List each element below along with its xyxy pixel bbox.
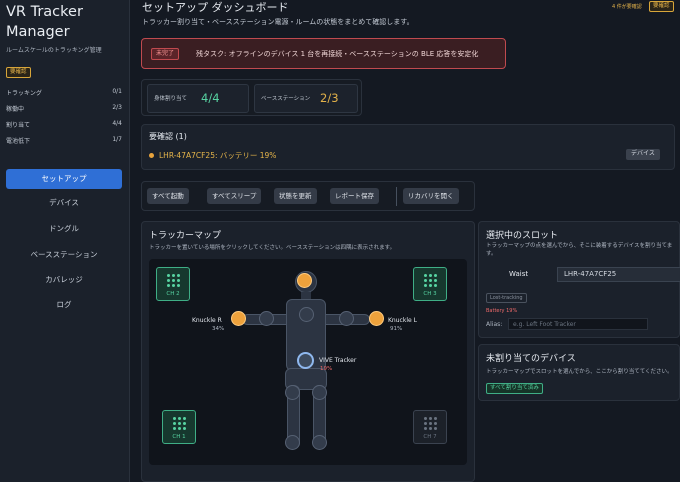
knuckle-l-slot[interactable]: [369, 311, 384, 326]
base-station-ch7[interactable]: CH 7: [413, 410, 447, 444]
stat-card-value: 2/3: [320, 91, 339, 105]
base-station-icon: [424, 274, 437, 287]
page-title: セットアップ ダッシュボード: [142, 1, 289, 14]
base-station-label: CH 2: [166, 291, 180, 297]
stat-card-label: ベースステーション: [261, 96, 311, 102]
alert-text: 残タスク: オフラインのデバイス 1 台を再接続・ベースステーションの BLE …: [196, 50, 479, 58]
base-station-icon: [167, 274, 180, 287]
base-station-label: CH 3: [423, 291, 437, 297]
stat-card-label: 身体割り当て: [154, 96, 188, 102]
status-badge: 要確認: [6, 67, 31, 78]
unassigned-description: トラッカーマップでスロットを選んでから、ここから割り当ててください。: [486, 369, 673, 375]
device-select[interactable]: LHR-47A7CF25: [557, 267, 680, 282]
nav-devices[interactable]: デバイス: [6, 193, 122, 213]
selected-slot-panel: 選択中のスロット トラッカーマップの点を選んでから、そこに装着するデバイスを割り…: [478, 221, 680, 338]
nav-coverage[interactable]: カバレッジ: [6, 270, 122, 290]
open-recovery-button[interactable]: リカバリを開く: [403, 188, 459, 204]
stat-value: 1/7: [112, 136, 122, 143]
app-subtitle: ルームスケールのトラッキング管理: [6, 47, 102, 54]
stat-label: 割り当て: [6, 122, 31, 129]
vive-tracker-battery: 19%: [320, 366, 333, 372]
stat-value: 2/3: [112, 104, 122, 111]
alert-badge: 未完了: [151, 48, 180, 60]
warning-dot-icon: [149, 153, 154, 158]
toolbar-divider: [396, 187, 397, 206]
base-station-ch2[interactable]: CH 2: [156, 267, 190, 301]
stat-low-battery: 電池低下 1/7: [6, 136, 122, 145]
base-station-ch3[interactable]: CH 3: [413, 267, 447, 301]
all-assigned-badge[interactable]: すべて割り当て済み: [486, 383, 543, 394]
incomplete-alert: 未完了 残タスク: オフラインのデバイス 1 台を再接続・ベースステーションの …: [141, 38, 506, 69]
nav-logs[interactable]: ログ: [6, 295, 122, 315]
base-station-label: CH 7: [423, 434, 437, 440]
stat-value: 0/1: [112, 88, 122, 95]
attention-count: 4 件が要確認: [612, 4, 642, 10]
knuckle-r-label: Knuckle R: [192, 317, 222, 324]
selected-slot-title: 選択中のスロット: [486, 231, 559, 241]
stat-tracking: トラッキング 0/1: [6, 88, 122, 97]
left-knee-slot[interactable]: [285, 385, 300, 400]
left-elbow-slot[interactable]: [339, 311, 354, 326]
vive-tracker-label: VIVE Tracker: [319, 357, 357, 364]
unassigned-devices-panel: 未割り当てのデバイス トラッカーマップでスロットを選んでから、ここから割り当てて…: [478, 344, 680, 401]
stat-label: 稼働中: [6, 106, 25, 113]
stat-card-stations: ベースステーション 2/3: [254, 84, 358, 113]
stat-card-body: 身体割り当て 4/4: [147, 84, 249, 113]
knuckle-l-label: Knuckle L: [388, 317, 417, 324]
stats-row: 身体割り当て 4/4 ベースステーション 2/3: [141, 79, 362, 116]
stat-label: 電池低下: [6, 138, 31, 145]
toolbar: すべて起動 すべてスリープ 状態を更新 レポート保存 リカバリを開く: [141, 181, 475, 211]
selected-slot-description: トラッカーマップの点を選んでから、そこに装着するデバイスを割り当てます。: [486, 243, 673, 257]
nav-dongles[interactable]: ドングル: [6, 219, 122, 239]
stat-label: トラッキング: [6, 90, 42, 97]
right-knee-slot[interactable]: [312, 385, 327, 400]
alias-input[interactable]: [508, 318, 648, 330]
tracker-map-description: トラッカーを置いている場所をクリックしてください。ベースステーションは四隅に表示…: [149, 245, 396, 251]
refresh-status-button[interactable]: 状態を更新: [274, 188, 317, 204]
tracker-map-title: トラッカーマップ: [149, 231, 222, 241]
sidebar: VR Tracker Manager ルームスケールのトラッキング管理 要確認 …: [0, 0, 130, 482]
stat-card-value: 4/4: [201, 91, 220, 105]
tracker-map-panel: トラッカーマップ トラッカーを置いている場所をクリックしてください。ベースステー…: [141, 221, 475, 482]
attention-title: 要確認 (1): [149, 132, 187, 141]
attention-panel: 要確認 (1) LHR-47A7CF25: バッテリー 19% デバイス: [141, 124, 675, 170]
stat-value: 4/4: [112, 120, 122, 127]
chest-slot[interactable]: [299, 307, 314, 322]
nav-base-stations[interactable]: ベースステーション: [6, 245, 122, 265]
waist-slot[interactable]: [297, 352, 314, 369]
attention-item: LHR-47A7CF25: バッテリー 19%: [159, 151, 277, 160]
alias-label: Alias:: [486, 321, 503, 328]
knuckle-r-battery: 34%: [212, 326, 225, 332]
left-foot-slot[interactable]: [285, 435, 300, 450]
wake-all-button[interactable]: すべて起動: [147, 188, 189, 204]
knuckle-r-slot[interactable]: [231, 311, 246, 326]
nav-setup[interactable]: セットアップ: [6, 169, 122, 189]
stat-active: 稼働中 2/3: [6, 104, 122, 113]
save-report-button[interactable]: レポート保存: [330, 188, 379, 204]
base-station-ch1[interactable]: CH 1: [162, 410, 196, 444]
unassigned-title: 未割り当てのデバイス: [486, 354, 576, 364]
knuckle-l-battery: 91%: [390, 326, 403, 332]
devices-button[interactable]: デバイス: [626, 149, 660, 160]
page-description: トラッカー割り当て・ベースステーション電源・ルームの状態をまとめて確認します。: [142, 18, 414, 26]
stat-assigned: 割り当て 4/4: [6, 120, 122, 129]
right-elbow-slot[interactable]: [259, 311, 274, 326]
tracking-status-badge: Lost-tracking: [486, 293, 527, 303]
base-station-label: CH 1: [172, 434, 186, 440]
right-foot-slot[interactable]: [312, 435, 327, 450]
tracker-map[interactable]: CH 2 CH 3 CH 1 CH 7 Knuckle R 34% Knuckl…: [149, 259, 467, 465]
header-status-badge: 要確認: [649, 1, 674, 12]
base-station-icon: [173, 417, 186, 430]
slot-name: Waist: [509, 270, 529, 278]
sleep-all-button[interactable]: すべてスリープ: [207, 188, 262, 204]
base-station-icon: [424, 417, 437, 430]
app-title: VR Tracker Manager: [6, 4, 83, 40]
head-tracker-slot[interactable]: [297, 273, 312, 288]
battery-text: Battery 19%: [486, 308, 518, 314]
